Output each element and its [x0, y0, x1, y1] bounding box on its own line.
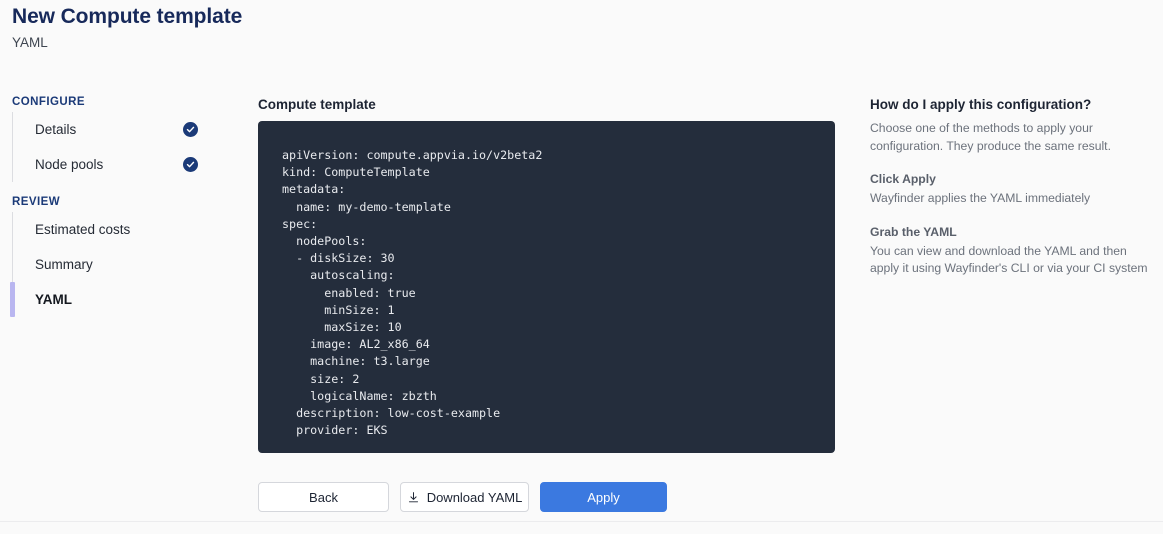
footer-divider [0, 521, 1163, 522]
sidebar-item-details[interactable]: Details [13, 112, 212, 147]
page-header: New Compute template YAML [12, 2, 242, 53]
sidebar-item-estimated-costs[interactable]: Estimated costs [13, 212, 212, 247]
sidebar-item-node-pools[interactable]: Node pools [13, 147, 212, 182]
help-section-body-grab-yaml: You can view and download the YAML and t… [870, 243, 1148, 276]
sidebar-group-label-review: REVIEW [12, 196, 61, 208]
sidebar-item-label: Node pools [35, 157, 104, 172]
wizard-action-bar: Back Download YAML Apply [258, 482, 667, 512]
help-section-body-click-apply: Wayfinder applies the YAML immediately [870, 191, 1091, 205]
sidebar-item-label: YAML [35, 292, 73, 307]
yaml-code-text: apiVersion: compute.appvia.io/v2beta2 ki… [282, 148, 543, 438]
help-panel: How do I apply this configuration? Choos… [870, 96, 1158, 278]
sidebar-item-label: Estimated costs [35, 222, 131, 237]
download-icon [407, 491, 420, 504]
compute-template-wizard-page: New Compute template YAML CONFIGURE Deta… [0, 0, 1163, 534]
check-circle-icon [183, 157, 198, 172]
page-title: New Compute template [12, 5, 243, 28]
help-section-heading-grab-yaml: Grab the YAML [870, 224, 957, 239]
sidebar-group-review: Estimated costs Summary YAML [10, 212, 212, 317]
main-content: Compute template apiVersion: compute.app… [258, 96, 835, 453]
download-yaml-label: Download YAML [426, 489, 523, 505]
compute-template-heading: Compute template [258, 97, 376, 112]
download-yaml-button[interactable]: Download YAML [400, 482, 529, 512]
apply-button[interactable]: Apply [540, 482, 667, 512]
help-panel-title: How do I apply this configuration? [870, 97, 1092, 112]
page-subtitle: YAML [12, 35, 48, 50]
help-section-heading-click-apply: Click Apply [870, 172, 936, 186]
help-panel-lead: Choose one of the methods to apply your … [870, 121, 1111, 153]
sidebar-item-label: Details [35, 122, 77, 137]
sidebar-item-label: Summary [35, 257, 93, 272]
sidebar-group-label-configure: CONFIGURE [12, 96, 86, 108]
sidebar-group-configure: Details Node pools [12, 112, 212, 182]
back-button[interactable]: Back [258, 482, 389, 512]
yaml-code-block: apiVersion: compute.appvia.io/v2beta2 ki… [258, 121, 835, 453]
wizard-sidebar: CONFIGURE Details Node pools REVIEW Esti… [10, 96, 212, 331]
sidebar-item-yaml[interactable]: YAML [10, 282, 212, 317]
sidebar-item-summary[interactable]: Summary [13, 247, 212, 282]
check-circle-icon [183, 122, 198, 137]
